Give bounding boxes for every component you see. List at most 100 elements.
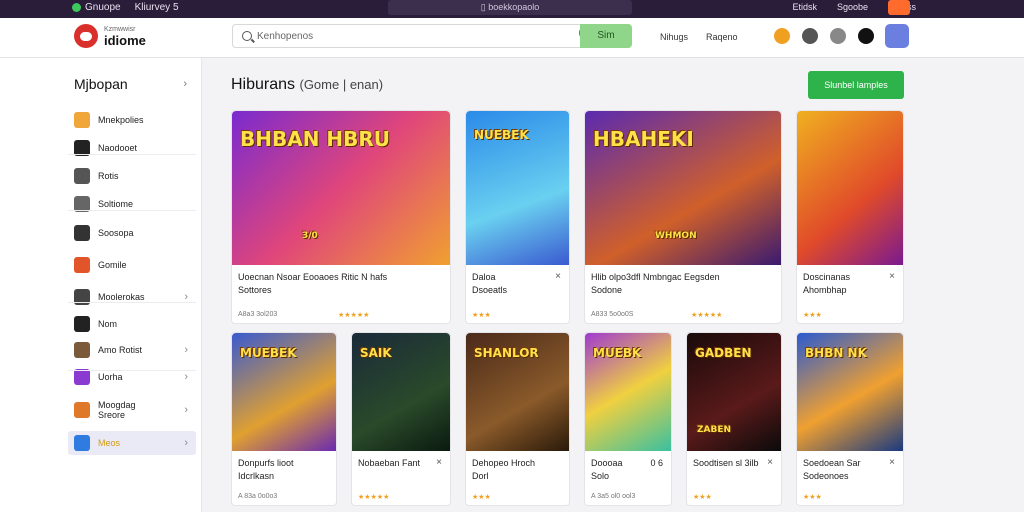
game-card[interactable]: BHBAN HBRU 3/0 Uoecnan Nsoar Eooaoes Ritic…	[231, 110, 451, 324]
game-art-subtitle: WHMON	[655, 231, 697, 241]
game-title[interactable]: Doscinanas	[803, 271, 850, 284]
game-card[interactable]: MUEBK Doooaa Solo 0 6 A 3a5 ol0 ool3	[584, 332, 672, 506]
chevron-right-icon[interactable]: ›	[184, 344, 188, 356]
game-card[interactable]: Doscinanas Ahombhap ★★★ ×	[796, 110, 904, 324]
game-meta: A833 5o0o0S	[591, 311, 634, 318]
game-thumbnail[interactable]: MUEBEK	[232, 333, 336, 451]
sidebar-item[interactable]: Mnekpolies	[68, 108, 196, 132]
sidebar-item[interactable]: Uorha ›	[68, 365, 196, 389]
game-title[interactable]: Soedoean Sar	[803, 457, 861, 470]
sidebar-item-label: Gomile	[98, 260, 127, 270]
game-thumbnail[interactable]: GADBEN ZABEN	[687, 333, 781, 451]
rating-stars: ★★★	[803, 312, 822, 319]
sidebar-item-label: Naodooet	[98, 143, 138, 153]
sidebar-item[interactable]: Amo Rotist ›	[68, 338, 196, 362]
game-title[interactable]: Soodtisen sl 3ilb	[693, 457, 759, 470]
sidebar-item-label: Meos	[98, 438, 121, 448]
game-subtitle: Dorl	[472, 471, 489, 481]
search-icon	[242, 31, 252, 41]
game-card[interactable]: BHBN NK Soedoean Sar Sodeonoes ★★★ ×	[796, 332, 904, 506]
sidebar-item[interactable]: Gomile	[68, 253, 196, 277]
game-art-title: MUEBK	[593, 346, 642, 360]
search-bar: Sim	[232, 24, 632, 48]
logo-text: Kzmwwisr idiome	[104, 26, 146, 47]
search-input[interactable]	[257, 28, 557, 44]
game-art-title: BHBAN HBRU	[240, 127, 391, 151]
search-button[interactable]: Sim	[580, 24, 632, 48]
header-icons	[774, 28, 874, 44]
chevron-right-icon[interactable]: ›	[184, 437, 188, 449]
game-card[interactable]: SHANLOR Dehopeo Hroch Dorl ★★★	[465, 332, 570, 506]
top-bar-item-1[interactable]: Gnuope	[72, 2, 121, 13]
chevron-right-icon[interactable]: ›	[184, 371, 188, 383]
game-title[interactable]: Doooaa	[591, 457, 623, 470]
game-thumbnail[interactable]: BHBAN HBRU 3/0	[232, 111, 450, 265]
game-card[interactable]: SAIK Nobaeban Fant ★★★★★ ×	[351, 332, 451, 506]
game-thumbnail[interactable]	[797, 111, 903, 265]
game-title[interactable]: Uoecnan Nsoar Eooaoes Ritic N hafs	[238, 271, 387, 284]
top-bar-item-2[interactable]: Kliurvey 5	[135, 2, 179, 13]
game-title[interactable]: Hlib olpo3dfl Nmbngac Eegsden	[591, 271, 720, 284]
game-title[interactable]: Dehopeo Hroch	[472, 457, 535, 470]
game-thumbnail[interactable]: SHANLOR	[466, 333, 569, 451]
sidebar-title[interactable]: Mjbopan	[74, 76, 128, 92]
rating-stars: ★★★	[693, 494, 712, 501]
game-art-title: NUEBEK	[474, 128, 529, 142]
sidebar-item[interactable]: Soltiome	[68, 192, 196, 216]
sidebar-item[interactable]: Soosopa	[68, 221, 196, 245]
rating-stars: ★★★	[803, 494, 822, 501]
user-avatar-icon[interactable]	[885, 24, 909, 48]
category-icon	[74, 316, 90, 332]
sidebar-item-label: Moogdag	[98, 400, 136, 410]
dismiss-icon[interactable]: ×	[889, 457, 895, 468]
rating-stars: ★★★	[472, 494, 491, 501]
dismiss-icon[interactable]: ×	[436, 457, 442, 468]
address-bar[interactable]: ▯ boekkopaolo	[388, 0, 632, 15]
sidebar-divider	[68, 370, 196, 371]
game-card[interactable]: NUEBEK Daloa Dsoeatls ★★★ ×	[465, 110, 570, 324]
game-thumbnail[interactable]: NUEBEK	[466, 111, 569, 265]
game-subtitle: Ahombhap	[803, 285, 847, 295]
sidebar-item[interactable]: Moogdag Sreore ›	[68, 393, 196, 427]
controller-icon[interactable]	[830, 28, 846, 44]
header-link-2[interactable]: Raqeno	[706, 32, 738, 42]
chevron-right-icon[interactable]: ›	[183, 78, 187, 90]
sidebar-item[interactable]: Naodooet	[68, 136, 196, 160]
game-art-subtitle: ZABEN	[697, 425, 732, 435]
game-card[interactable]: GADBEN ZABEN Soodtisen sl 3ilb ★★★ ×	[686, 332, 782, 506]
sidebar-item[interactable]: Meos ›	[68, 431, 196, 455]
dismiss-icon[interactable]: ×	[889, 271, 895, 282]
header-link-1[interactable]: Nihugs	[660, 32, 688, 42]
game-thumbnail[interactable]: BHBN NK	[797, 333, 903, 451]
page-title: Hiburans (Gome | enan)	[231, 76, 383, 94]
game-card[interactable]: HBAHEKI WHMON Hlib olpo3dfl Nmbngac Eegsde…	[584, 110, 782, 324]
primary-action-button[interactable]: Slunbel lamples	[808, 71, 904, 99]
game-title[interactable]: Daloa	[472, 271, 496, 284]
game-thumbnail[interactable]: MUEBK	[585, 333, 671, 451]
game-card[interactable]: MUEBEK Donpurfs lioot Idcrlkasn A 83a 0o0o3	[231, 332, 337, 506]
fire-icon[interactable]	[888, 0, 910, 15]
game-subtitle: Sottores	[238, 285, 272, 295]
sidebar-item[interactable]: Moolerokas ›	[68, 285, 196, 309]
game-subtitle: Sodeonoes	[803, 471, 849, 481]
sidebar: Mjbopan › Mnekpolies Naodooet Rotis Soltiom…	[0, 58, 202, 512]
sidebar-item[interactable]: Nom	[68, 313, 196, 335]
dismiss-icon[interactable]: ×	[767, 457, 773, 468]
dismiss-icon[interactable]: ×	[555, 271, 561, 282]
sidebar-item-label: Soosopa	[98, 228, 134, 238]
top-bar-link-2[interactable]: Sgoobe	[837, 2, 868, 12]
game-thumbnail[interactable]: SAIK	[352, 333, 450, 451]
logo[interactable]: Kzmwwisr idiome	[74, 24, 146, 48]
notification-icon[interactable]	[858, 28, 874, 44]
top-bar-left: Gnuope Kliurvey 5	[72, 2, 179, 13]
settings-icon[interactable]	[802, 28, 818, 44]
chevron-right-icon[interactable]: ›	[184, 404, 188, 416]
top-bar-link-1[interactable]: Etidsk	[792, 2, 817, 12]
game-subtitle: Dsoeatls	[472, 285, 508, 295]
trophy-icon[interactable]	[774, 28, 790, 44]
game-thumbnail[interactable]: HBAHEKI WHMON	[585, 111, 781, 265]
sidebar-item[interactable]: Rotis	[68, 164, 196, 188]
app-header: Kzmwwisr idiome Sim Nihugs Raqeno	[0, 18, 1024, 58]
game-title[interactable]: Donpurfs lioot	[238, 457, 294, 470]
game-title[interactable]: Nobaeban Fant	[358, 457, 420, 470]
